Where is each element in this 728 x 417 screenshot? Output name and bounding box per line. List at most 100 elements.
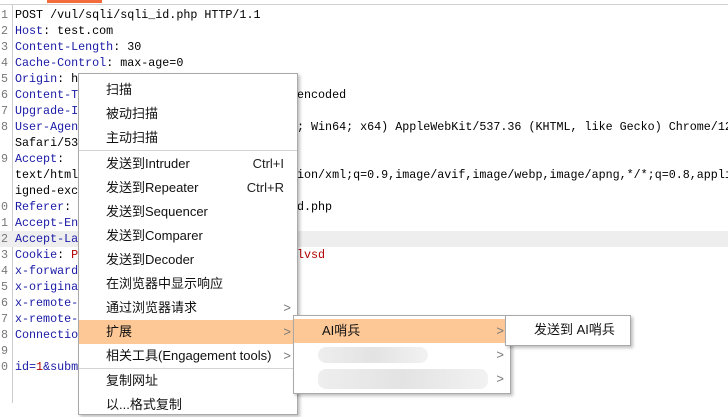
header-name: Accept-La bbox=[15, 232, 79, 246]
line-number: 6 bbox=[1, 88, 9, 102]
header-value: Safari/53 bbox=[15, 136, 79, 150]
line-continuation: lvsd bbox=[297, 248, 326, 262]
line-continuation: encoded bbox=[297, 88, 347, 102]
editor-line[interactable]: 4 Cache-Control: max-age=0 bbox=[0, 55, 728, 71]
header-value: : bbox=[64, 200, 72, 214]
menu-item-active-scan[interactable]: 主动扫描 bbox=[79, 126, 297, 150]
context-menu: 扫描 被动扫描 主动扫描 发送到Intruder Ctrl+I 发送到Repeat… bbox=[78, 73, 298, 415]
submenu-item-redacted[interactable]: > bbox=[294, 367, 510, 391]
menu-item-scan[interactable]: 扫描 bbox=[79, 78, 297, 102]
line-number: 5 bbox=[1, 72, 9, 86]
header-name: Host bbox=[15, 24, 44, 38]
line-number: 1 bbox=[1, 216, 9, 230]
menu-item-send-intruder[interactable]: 发送到Intruder Ctrl+I bbox=[79, 152, 297, 176]
header-name: Cookie bbox=[15, 248, 58, 262]
menu-item-extensions[interactable]: 扩展 > bbox=[79, 320, 297, 344]
line-number: 0 bbox=[1, 200, 9, 214]
active-tab-indicator[interactable] bbox=[47, 0, 102, 3]
param-value: 1 bbox=[36, 360, 44, 374]
header-value: : max-age=0 bbox=[106, 56, 184, 70]
header-value: igned-exc bbox=[15, 184, 79, 198]
header-name: Origin bbox=[15, 72, 58, 86]
redacted-label bbox=[318, 369, 488, 389]
label: 被动扫描 bbox=[106, 106, 159, 121]
extensions-submenu: AI哨兵 > > > bbox=[293, 315, 511, 394]
label: 相关工具(Engagement tools) bbox=[106, 348, 272, 363]
editor-line[interactable]: 2 Host: test.com bbox=[0, 23, 728, 39]
menu-item-request-in-browser[interactable]: 通过浏览器请求 > bbox=[79, 296, 297, 320]
header-name: Accept bbox=[15, 152, 58, 166]
label: 通过浏览器请求 bbox=[106, 300, 198, 315]
header-value: : bbox=[57, 152, 65, 166]
line-number: 6 bbox=[1, 296, 9, 310]
header-value: : bbox=[57, 248, 72, 262]
menu-item-copy-as[interactable]: 以...格式复制 bbox=[79, 393, 297, 417]
menu-item-passive-scan[interactable]: 被动扫描 bbox=[79, 102, 297, 126]
header-name: Content-Length bbox=[15, 40, 114, 54]
header-value: : test.com bbox=[43, 24, 114, 38]
label: 发送到Decoder bbox=[106, 252, 195, 267]
menu-item-send-decoder[interactable]: 发送到Decoder bbox=[79, 248, 297, 272]
menu-item-copy-url[interactable]: 复制网址 bbox=[79, 369, 297, 393]
header-name: Cache-Control bbox=[15, 56, 107, 70]
line-number: 9 bbox=[1, 152, 9, 166]
label: 发送到Intruder bbox=[106, 156, 190, 171]
label: 发送到Comparer bbox=[106, 228, 203, 243]
line-number: 4 bbox=[1, 56, 9, 70]
header-name: Accept-En bbox=[15, 216, 79, 230]
shortcut: Ctrl+I bbox=[252, 156, 284, 171]
label: AI哨兵 bbox=[322, 323, 361, 338]
line-number: 8 bbox=[1, 120, 9, 134]
header-name: x-remote- bbox=[15, 312, 79, 326]
header-name: Content-T bbox=[15, 88, 79, 102]
header-name: Upgrade-I bbox=[15, 104, 79, 118]
editor-line[interactable]: 3 Content-Length: 30 bbox=[0, 39, 728, 55]
menu-item-show-response-in-browser[interactable]: 在浏览器中显示响应 bbox=[79, 272, 297, 296]
line-number: 0 bbox=[1, 360, 9, 374]
chevron-right-icon: > bbox=[283, 324, 291, 339]
label: 扩展 bbox=[106, 324, 133, 339]
header-name: Connectio bbox=[15, 328, 79, 342]
label: 发送到 AI哨兵 bbox=[534, 322, 615, 337]
header-name: Referer bbox=[15, 200, 65, 214]
chevron-right-icon: > bbox=[496, 371, 504, 386]
header-name: x-origina bbox=[15, 280, 79, 294]
header-name: POST /vul/sqli/sqli_id.php HTTP/1.1 bbox=[15, 8, 261, 22]
menu-item-send-sequencer[interactable]: 发送到Sequencer bbox=[79, 200, 297, 224]
line-number: 7 bbox=[1, 312, 9, 326]
line-number: 4 bbox=[1, 264, 9, 278]
chevron-right-icon: > bbox=[283, 348, 291, 363]
header-value: : h bbox=[57, 72, 79, 86]
line-number: 3 bbox=[1, 248, 9, 262]
line-continuation: ; Win64; x64) AppleWebKit/537.36 (KHTML,… bbox=[297, 120, 728, 134]
submenu-item-ai-sentinel[interactable]: AI哨兵 > bbox=[294, 319, 510, 343]
chevron-right-icon: > bbox=[496, 323, 504, 338]
submenu-item-redacted[interactable]: > bbox=[294, 343, 510, 367]
chevron-right-icon: > bbox=[496, 347, 504, 362]
header-value: : 30 bbox=[113, 40, 142, 54]
menu-item-engagement-tools[interactable]: 相关工具(Engagement tools) > bbox=[79, 344, 297, 368]
editor-line[interactable]: 1 POST /vul/sqli/sqli_id.php HTTP/1.1 bbox=[0, 7, 728, 23]
line-continuation: d.php bbox=[297, 200, 333, 214]
header-name: x-remote- bbox=[15, 296, 79, 310]
label: 扫描 bbox=[106, 82, 133, 97]
tab-bar bbox=[0, 0, 728, 5]
line-number: 8 bbox=[1, 328, 9, 342]
chevron-right-icon: > bbox=[283, 300, 291, 315]
line-number: 1 bbox=[1, 8, 9, 22]
line-number: 5 bbox=[1, 280, 9, 294]
param-name: &subm bbox=[43, 360, 79, 374]
header-value: text/html bbox=[15, 168, 79, 182]
label: 复制网址 bbox=[106, 373, 159, 388]
submenu-item-send-to-ai-sentinel[interactable]: 发送到 AI哨兵 bbox=[506, 318, 630, 342]
header-name: User-Agen bbox=[15, 120, 79, 134]
line-number: 2 bbox=[1, 232, 9, 246]
line-number: 7 bbox=[1, 104, 9, 118]
menu-separator bbox=[79, 150, 297, 151]
menu-item-send-repeater[interactable]: 发送到Repeater Ctrl+R bbox=[79, 176, 297, 200]
menu-item-send-comparer[interactable]: 发送到Comparer bbox=[79, 224, 297, 248]
line-number: 2 bbox=[1, 24, 9, 38]
label: 主动扫描 bbox=[106, 130, 159, 145]
redacted-label bbox=[318, 347, 428, 363]
line-number: 3 bbox=[1, 40, 9, 54]
